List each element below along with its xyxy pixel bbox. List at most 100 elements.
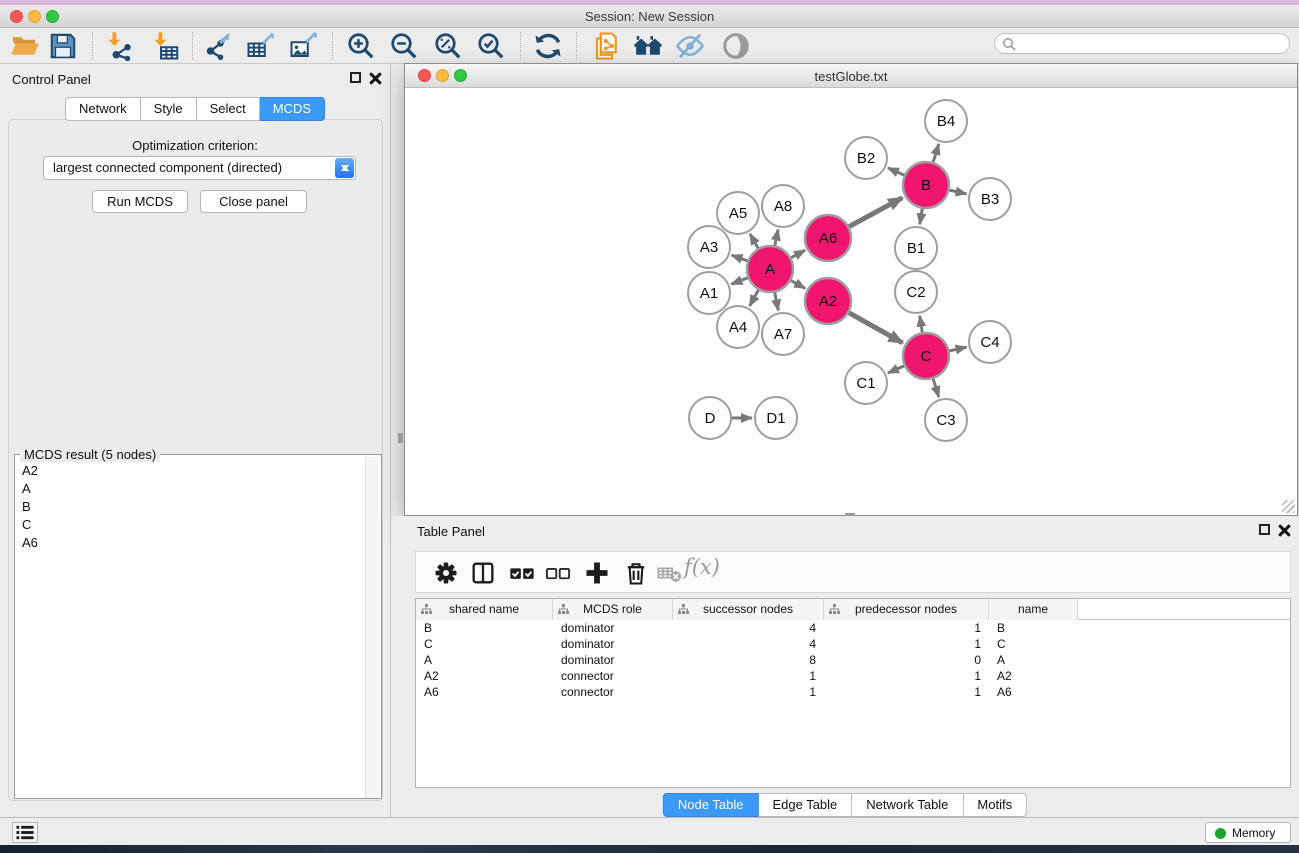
criterion-dropdown[interactable]: largest connected component (directed) [43, 156, 356, 180]
node-A[interactable]: A [747, 246, 793, 292]
deselect-all-icon[interactable] [544, 559, 572, 587]
column-header-name[interactable]: name [989, 599, 1078, 620]
tab-motifs[interactable]: Motifs [963, 793, 1027, 817]
close-panel-button[interactable]: Close panel [200, 190, 307, 213]
run-mcds-button[interactable]: Run MCDS [92, 190, 188, 213]
node-C4[interactable]: C4 [969, 321, 1011, 363]
table-panel-title: Table Panel [417, 524, 485, 539]
desktop-wallpaper-strip [0, 845, 1299, 853]
node-C2[interactable]: C2 [895, 271, 937, 313]
mcds-result-item[interactable]: B [17, 497, 365, 515]
tab-mcds[interactable]: MCDS [260, 97, 325, 121]
close-panel-icon[interactable] [369, 72, 382, 85]
node-C3[interactable]: C3 [925, 399, 967, 441]
node-A2[interactable]: A2 [805, 278, 851, 324]
delete-column-icon[interactable] [622, 559, 650, 587]
close-table-panel-icon[interactable] [1278, 524, 1291, 537]
node-C[interactable]: C [903, 333, 949, 379]
search-field[interactable] [994, 33, 1290, 54]
edge-A6-B[interactable] [846, 198, 902, 228]
import-network-icon[interactable] [105, 31, 135, 61]
tab-network-table[interactable]: Network Table [852, 793, 963, 817]
tab-select[interactable]: Select [197, 97, 260, 121]
show-panels-button[interactable] [12, 822, 38, 843]
mcds-result-item[interactable]: A6 [17, 533, 365, 551]
node-A3[interactable]: A3 [688, 226, 730, 268]
tab-node-table[interactable]: Node Table [663, 793, 759, 817]
svg-text:B1: B1 [907, 240, 925, 257]
table-row[interactable]: Adominator80A [416, 652, 1290, 668]
table-row[interactable]: A2connector11A2 [416, 668, 1290, 684]
node-A4[interactable]: A4 [717, 306, 759, 348]
export-image-icon[interactable] [289, 31, 319, 61]
svg-text:A6: A6 [819, 230, 837, 247]
hide-details-icon[interactable] [675, 31, 705, 61]
gear-icon[interactable] [432, 559, 460, 587]
table-row[interactable]: Bdominator41B [416, 620, 1290, 636]
node-A8[interactable]: A8 [762, 185, 804, 227]
zoom-in-icon[interactable] [346, 31, 376, 61]
toolbar-separator [192, 32, 193, 60]
node-D[interactable]: D [689, 397, 731, 439]
edge-A2-C[interactable] [846, 311, 902, 343]
export-table-icon[interactable] [246, 31, 276, 61]
tab-style[interactable]: Style [141, 97, 197, 121]
split-columns-icon[interactable] [469, 559, 497, 587]
node-C1[interactable]: C1 [845, 362, 887, 404]
float-panel-icon[interactable] [350, 72, 361, 83]
mcds-list-scrollbar[interactable] [365, 457, 379, 798]
mcds-result-item[interactable]: A2 [17, 461, 365, 479]
network-canvas[interactable]: B4 B2 B B3 A5A8 A6 A3 B1 A A1 A2 C2 A4A7 C4 C C1 D D1 C3 [405, 88, 1297, 515]
save-session-icon[interactable] [48, 31, 78, 61]
node-A5[interactable]: A5 [717, 192, 759, 234]
edge-B-B4[interactable] [932, 144, 939, 165]
column-header-predecessor-nodes[interactable]: predecessor nodes [824, 599, 989, 620]
node-B[interactable]: B [903, 162, 949, 208]
memory-button[interactable]: Memory [1205, 822, 1291, 843]
table-cell: 1 [824, 620, 989, 636]
export-network-icon[interactable] [203, 31, 233, 61]
zoom-fit-icon[interactable] [433, 31, 463, 61]
status-bar: Memory [0, 817, 1299, 845]
table-cell: 0 [824, 652, 989, 668]
delete-table-icon[interactable] [656, 559, 684, 587]
import-table-icon[interactable] [151, 31, 181, 61]
table-cell: 4 [673, 636, 824, 652]
node-A7[interactable]: A7 [762, 313, 804, 355]
node-B3[interactable]: B3 [969, 178, 1011, 220]
refresh-icon[interactable] [533, 31, 563, 61]
mcds-result-item[interactable]: A [17, 479, 365, 497]
home-icon[interactable] [633, 31, 663, 61]
add-column-icon[interactable] [583, 559, 611, 587]
column-header-MCDS-role[interactable]: MCDS role [553, 599, 673, 620]
show-details-icon[interactable] [721, 31, 751, 61]
zoom-selected-icon[interactable] [476, 31, 506, 61]
zoom-out-icon[interactable] [389, 31, 419, 61]
node-B1[interactable]: B1 [895, 227, 937, 269]
node-A6[interactable]: A6 [805, 215, 851, 261]
tab-network[interactable]: Network [65, 97, 141, 121]
network-window-titlebar[interactable]: testGlobe.txt [405, 64, 1297, 88]
mcds-result-title: MCDS result (5 nodes) [20, 447, 160, 462]
node-B2[interactable]: B2 [845, 137, 887, 179]
tab-edge-table[interactable]: Edge Table [758, 793, 852, 817]
mcds-result-item[interactable]: C [17, 515, 365, 533]
column-header-shared-name[interactable]: shared name [416, 599, 553, 620]
node-B4[interactable]: B4 [925, 100, 967, 142]
node-table[interactable]: shared nameMCDS rolesuccessor nodesprede… [415, 598, 1291, 788]
vertical-splitter-handle[interactable] [398, 433, 403, 443]
search-input[interactable] [1019, 35, 1281, 52]
edge-C-C3[interactable] [932, 376, 939, 397]
table-cell: C [989, 636, 1078, 652]
open-file-icon[interactable] [10, 31, 40, 61]
column-header-successor-nodes[interactable]: successor nodes [673, 599, 824, 620]
clone-network-icon[interactable] [592, 31, 622, 61]
table-row[interactable]: A6connector11A6 [416, 684, 1290, 700]
float-table-panel-icon[interactable] [1259, 524, 1270, 535]
node-A1[interactable]: A1 [688, 272, 730, 314]
column-sort-icon [678, 604, 689, 615]
select-all-icon[interactable] [508, 559, 536, 587]
node-D1[interactable]: D1 [755, 397, 797, 439]
table-row[interactable]: Cdominator41C [416, 636, 1290, 652]
window-resize-grip[interactable] [1282, 500, 1295, 513]
